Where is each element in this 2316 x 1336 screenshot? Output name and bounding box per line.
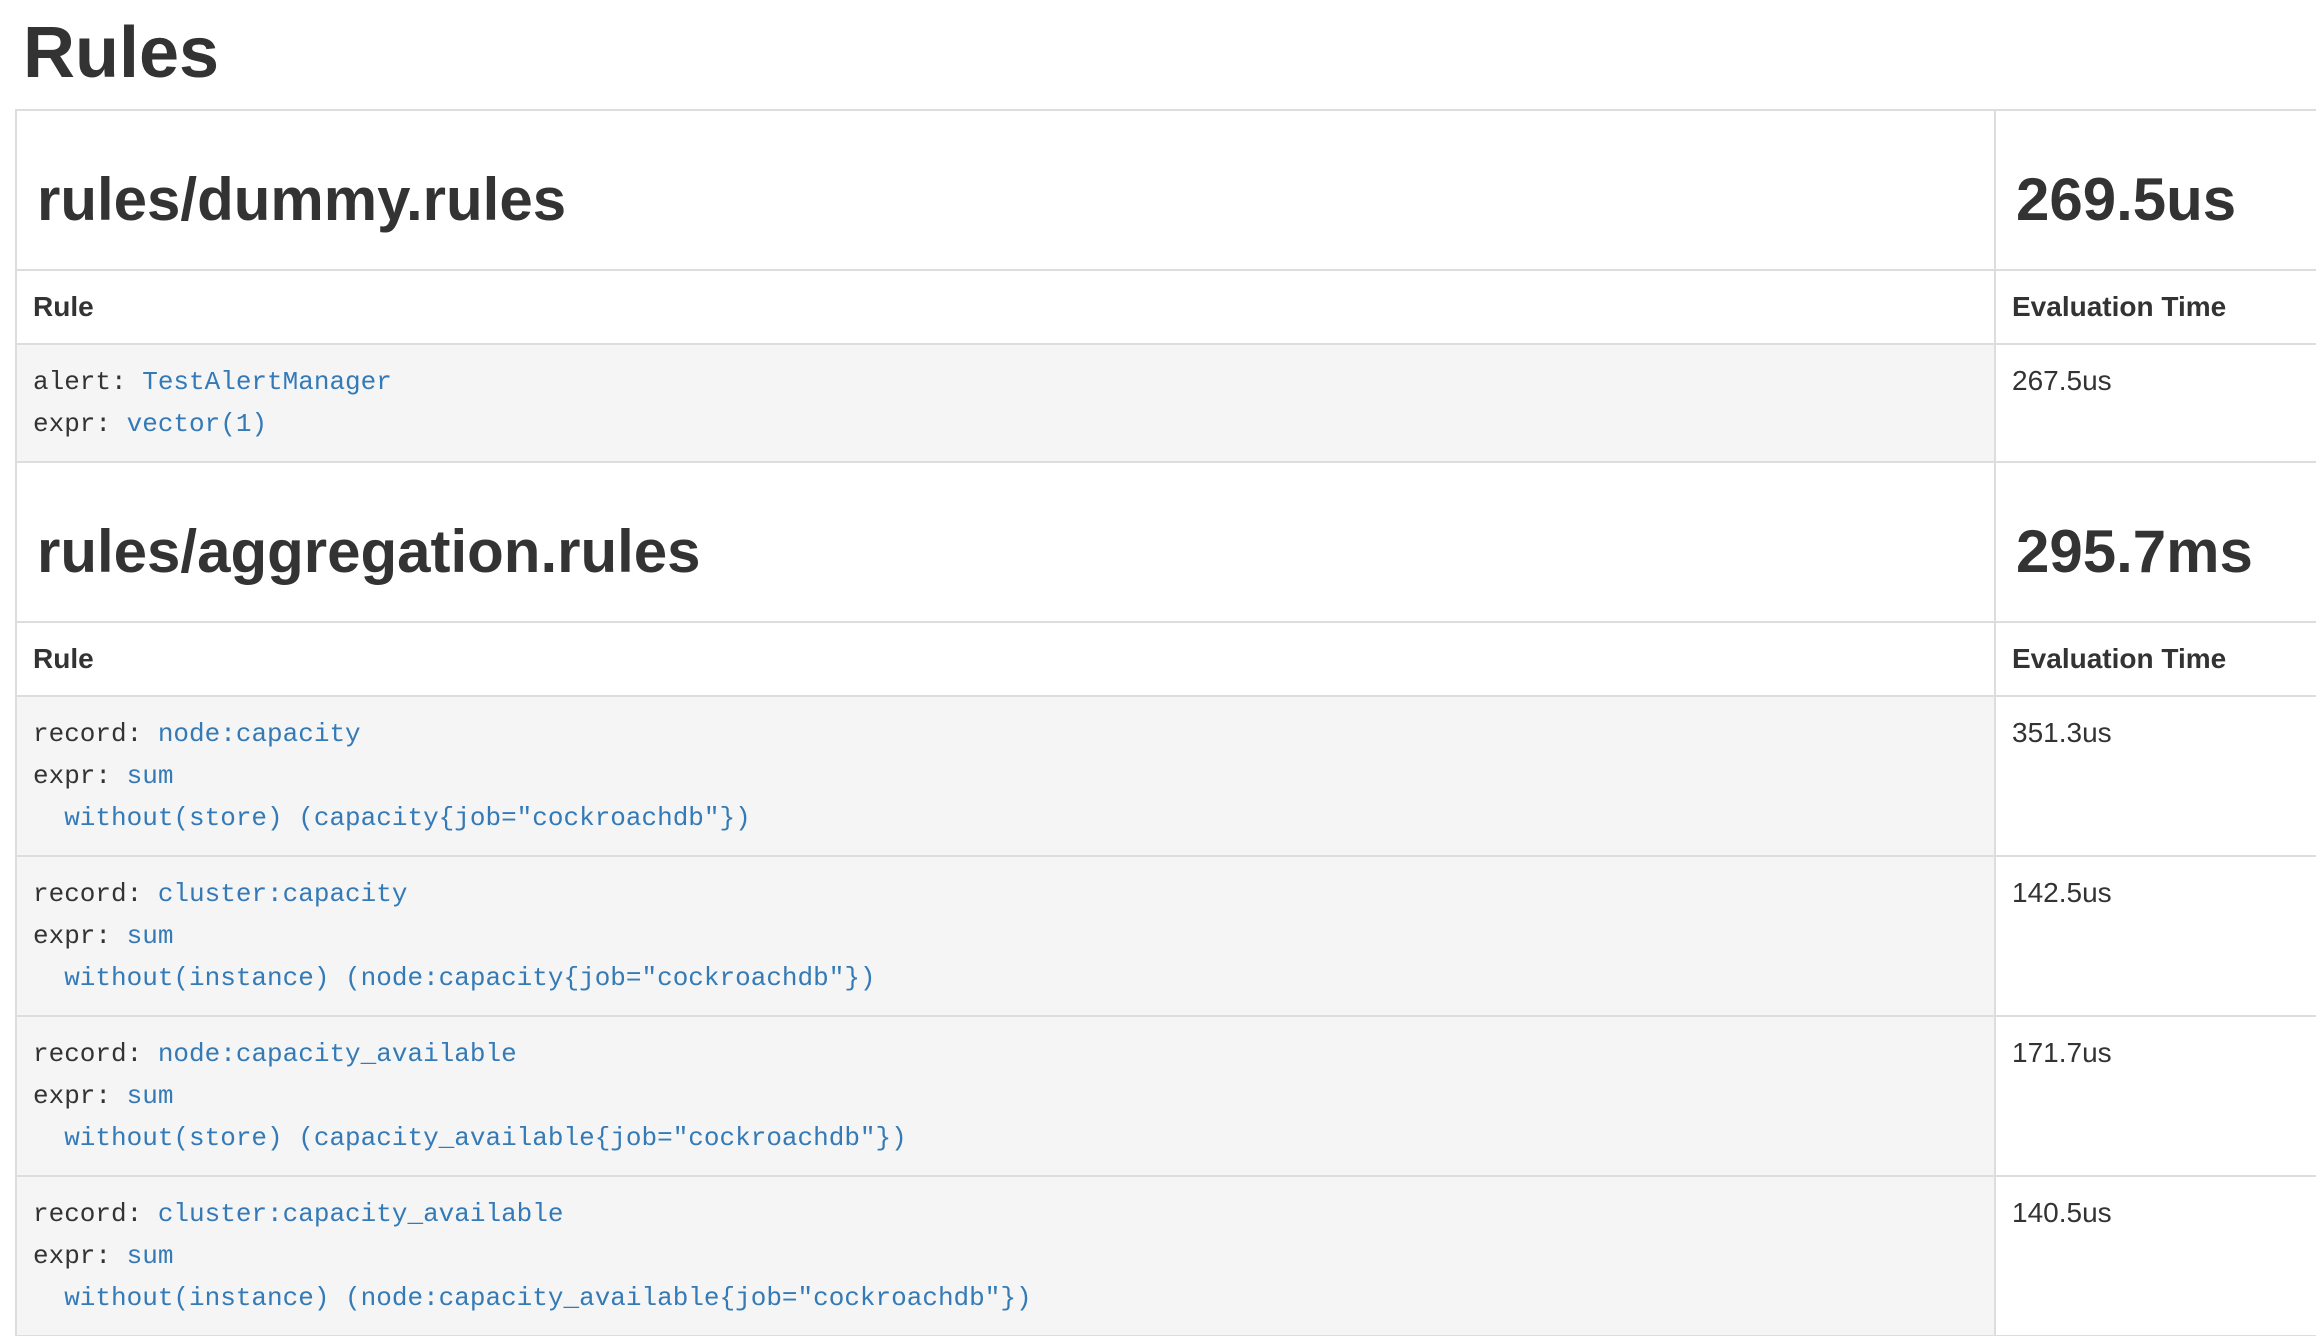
rule-row: record: cluster:capacity_available expr:…	[16, 1176, 2316, 1336]
rule-cell: record: node:capacity expr: sum without(…	[16, 696, 1995, 856]
rule-group-name: rules/dummy.rules	[37, 167, 1978, 233]
rule-code-line: without(store) (capacity{job="cockroachd…	[33, 797, 1978, 839]
expr-link[interactable]: sum	[127, 921, 174, 951]
expr-link[interactable]: sum	[127, 761, 174, 791]
rule-column-header-label: Rule	[33, 643, 94, 674]
rule-column-header: Rule	[16, 270, 1995, 344]
expr-link[interactable]: without(store) (capacity_available{job="…	[33, 1123, 907, 1153]
evaluation-time-value: 171.7us	[2012, 1033, 2313, 1073]
group-header-row: rules/aggregation.rules 295.7ms	[16, 462, 2316, 622]
rule-code-line: expr: sum	[33, 1075, 1978, 1117]
expr-link[interactable]: sum	[127, 1241, 174, 1271]
rules-table: rules/dummy.rules 269.5us Rule Evaluatio…	[15, 109, 2316, 1336]
rule-code-line: expr: sum	[33, 915, 1978, 957]
expr-link[interactable]: sum	[127, 1081, 174, 1111]
record-name-link[interactable]: cluster:capacity_available	[158, 1199, 564, 1229]
rule-row: alert: TestAlertManager expr: vector(1) …	[16, 344, 2316, 462]
rule-column-header: Rule	[16, 622, 1995, 696]
evaluation-time-value: 142.5us	[2012, 873, 2313, 913]
rule-code-line: record: cluster:capacity_available	[33, 1193, 1978, 1235]
evaluation-time-column-header: Evaluation Time	[1995, 270, 2316, 344]
rule-code-line: expr: sum	[33, 1235, 1978, 1277]
rule-code-line: alert: TestAlertManager	[33, 361, 1978, 403]
alert-name-link[interactable]: TestAlertManager	[142, 367, 392, 397]
rule-code-line: without(store) (capacity_available{job="…	[33, 1117, 1978, 1159]
evaluation-time-column-header-label: Evaluation Time	[2012, 643, 2226, 674]
code-key: record:	[33, 1199, 158, 1229]
evaluation-time-cell: 267.5us	[1995, 344, 2316, 462]
rule-code-line: expr: sum	[33, 755, 1978, 797]
evaluation-time-column-header: Evaluation Time	[1995, 622, 2316, 696]
rule-code-line: without(instance) (node:capacity{job="co…	[33, 957, 1978, 999]
evaluation-time-cell: 171.7us	[1995, 1016, 2316, 1176]
column-header-row: Rule Evaluation Time	[16, 622, 2316, 696]
rule-row: record: cluster:capacity expr: sum witho…	[16, 856, 2316, 1016]
group-eval-total-cell: 269.5us	[1995, 110, 2316, 270]
code-key: record:	[33, 1039, 158, 1069]
record-name-link[interactable]: node:capacity	[158, 719, 361, 749]
group-evaluation-time: 295.7ms	[2016, 519, 2313, 585]
group-name-cell: rules/dummy.rules	[16, 110, 1995, 270]
code-key: record:	[33, 879, 158, 909]
rule-cell: alert: TestAlertManager expr: vector(1)	[16, 344, 1995, 462]
rule-code-line: record: node:capacity_available	[33, 1033, 1978, 1075]
page-title: Rules	[23, 14, 2316, 93]
evaluation-time-cell: 351.3us	[1995, 696, 2316, 856]
expr-link[interactable]: without(store) (capacity{job="cockroachd…	[33, 803, 751, 833]
rule-code-line: record: node:capacity	[33, 713, 1978, 755]
rule-cell: record: cluster:capacity_available expr:…	[16, 1176, 1995, 1336]
evaluation-time-cell: 140.5us	[1995, 1176, 2316, 1336]
code-key: expr:	[33, 409, 127, 439]
rule-code-line: expr: vector(1)	[33, 403, 1978, 445]
code-key: expr:	[33, 1241, 127, 1271]
record-name-link[interactable]: cluster:capacity	[158, 879, 408, 909]
group-header-row: rules/dummy.rules 269.5us	[16, 110, 2316, 270]
expr-link[interactable]: without(instance) (node:capacity_availab…	[33, 1283, 1032, 1313]
rule-cell: record: cluster:capacity expr: sum witho…	[16, 856, 1995, 1016]
code-key: alert:	[33, 367, 142, 397]
rule-group-name: rules/aggregation.rules	[37, 519, 1978, 585]
group-evaluation-time: 269.5us	[2016, 167, 2313, 233]
evaluation-time-value: 267.5us	[2012, 361, 2313, 401]
rule-cell: record: node:capacity_available expr: su…	[16, 1016, 1995, 1176]
evaluation-time-cell: 142.5us	[1995, 856, 2316, 1016]
rule-row: record: node:capacity_available expr: su…	[16, 1016, 2316, 1176]
code-key: expr:	[33, 1081, 127, 1111]
expr-link[interactable]: vector(1)	[127, 409, 267, 439]
code-key: expr:	[33, 761, 127, 791]
rule-code-line: without(instance) (node:capacity_availab…	[33, 1277, 1978, 1319]
rule-row: record: node:capacity expr: sum without(…	[16, 696, 2316, 856]
rule-code-line: record: cluster:capacity	[33, 873, 1978, 915]
expr-link[interactable]: without(instance) (node:capacity{job="co…	[33, 963, 876, 993]
evaluation-time-value: 351.3us	[2012, 713, 2313, 753]
record-name-link[interactable]: node:capacity_available	[158, 1039, 517, 1069]
code-key: expr:	[33, 921, 127, 951]
group-name-cell: rules/aggregation.rules	[16, 462, 1995, 622]
group-eval-total-cell: 295.7ms	[1995, 462, 2316, 622]
evaluation-time-column-header-label: Evaluation Time	[2012, 291, 2226, 322]
column-header-row: Rule Evaluation Time	[16, 270, 2316, 344]
rule-column-header-label: Rule	[33, 291, 94, 322]
code-key: record:	[33, 719, 158, 749]
evaluation-time-value: 140.5us	[2012, 1193, 2313, 1233]
